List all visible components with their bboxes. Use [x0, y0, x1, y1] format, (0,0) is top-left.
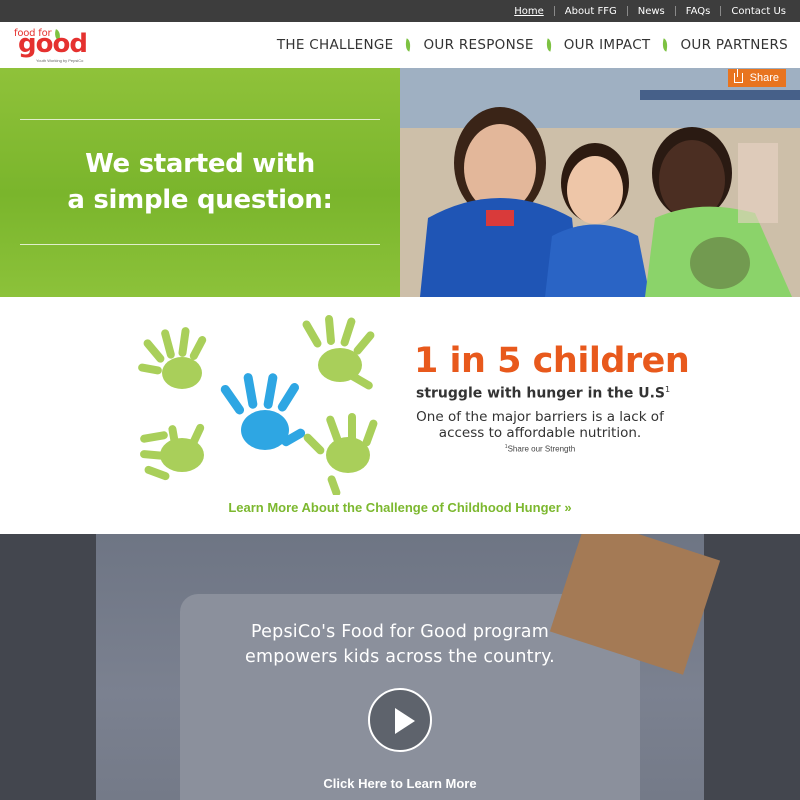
learn-more-challenge-link[interactable]: Learn More About the Challenge of Childh…	[0, 500, 800, 515]
topnav-faqs-link[interactable]: FAQs	[676, 6, 721, 17]
topnav-contact-link[interactable]: Contact Us	[721, 6, 796, 17]
children-photo	[400, 68, 800, 297]
food-for-good-logo[interactable]: food for good Youth Working by PepsiCo	[14, 28, 88, 64]
nav-our-partners[interactable]: OUR PARTNERS	[680, 37, 788, 53]
leaf-separator-icon	[404, 38, 413, 52]
stat-desc-line2: access to affordable nutrition.	[438, 425, 642, 441]
nav-our-impact[interactable]: OUR IMPACT	[564, 37, 651, 53]
stat-sub-text: struggle with hunger in the U.S	[416, 385, 666, 402]
topnav-news-link[interactable]: News	[628, 6, 675, 17]
utility-nav: Home About FFG News FAQs Contact Us	[504, 0, 796, 22]
leaf-separator-icon	[544, 38, 554, 52]
hero-top-rule	[20, 119, 380, 120]
stat-headline: 1 in 5 children	[414, 341, 690, 381]
click-here-learn-more-link[interactable]: Click Here to Learn More	[0, 776, 800, 791]
leaf-separator-icon	[661, 38, 670, 52]
utility-bar: Home About FFG News FAQs Contact Us	[0, 0, 800, 22]
hero-section: We started with a simple question: Share	[0, 68, 800, 297]
topnav-about-link[interactable]: About FFG	[555, 6, 627, 17]
stat-footnote: 1Share our Strength	[410, 444, 670, 454]
share-icon	[733, 69, 743, 83]
hunger-stats-section: 1 in 5 children struggle with hunger in …	[0, 297, 800, 534]
video-caption-line1: PepsiCo's Food for Good program	[251, 622, 549, 642]
share-label: Share	[749, 72, 779, 84]
nav-the-challenge[interactable]: THE CHALLENGE	[277, 37, 394, 53]
hero-headline-line2: a simple question:	[67, 185, 333, 215]
handprints-illustration	[138, 315, 378, 495]
hero-bottom-rule	[20, 244, 380, 245]
video-caption: PepsiCo's Food for Good program empowers…	[0, 620, 800, 670]
nav-our-response[interactable]: OUR RESPONSE	[423, 37, 533, 53]
topnav-home-link[interactable]: Home	[504, 6, 554, 17]
video-caption-line2: empowers kids across the country.	[245, 647, 555, 667]
main-nav: THE CHALLENGE OUR RESPONSE OUR IMPACT OU…	[277, 22, 788, 68]
handprint-green	[138, 327, 207, 389]
site-header: food for good Youth Working by PepsiCo T…	[0, 22, 800, 68]
hero-green-panel: We started with a simple question:	[0, 68, 400, 297]
footnote-source: Share our Strength	[507, 444, 576, 454]
logo-tagline: Youth Working by PepsiCo	[36, 58, 84, 63]
play-icon[interactable]	[368, 688, 432, 752]
stat-sub-footnote-ref: 1	[665, 385, 671, 394]
video-section: PepsiCo's Food for Good program empowers…	[0, 534, 800, 800]
hero-headline-line1: We started with	[85, 149, 315, 179]
stat-subheadline: struggle with hunger in the U.S1	[416, 385, 670, 402]
logo-line2: good	[18, 29, 88, 59]
handprint-blue	[220, 373, 306, 450]
stat-desc-line1: One of the major barriers is a lack of	[416, 409, 664, 425]
stat-description: One of the major barriers is a lack of a…	[410, 409, 670, 441]
hero-photo-children: Share	[400, 68, 800, 297]
share-button[interactable]: Share	[727, 69, 786, 87]
